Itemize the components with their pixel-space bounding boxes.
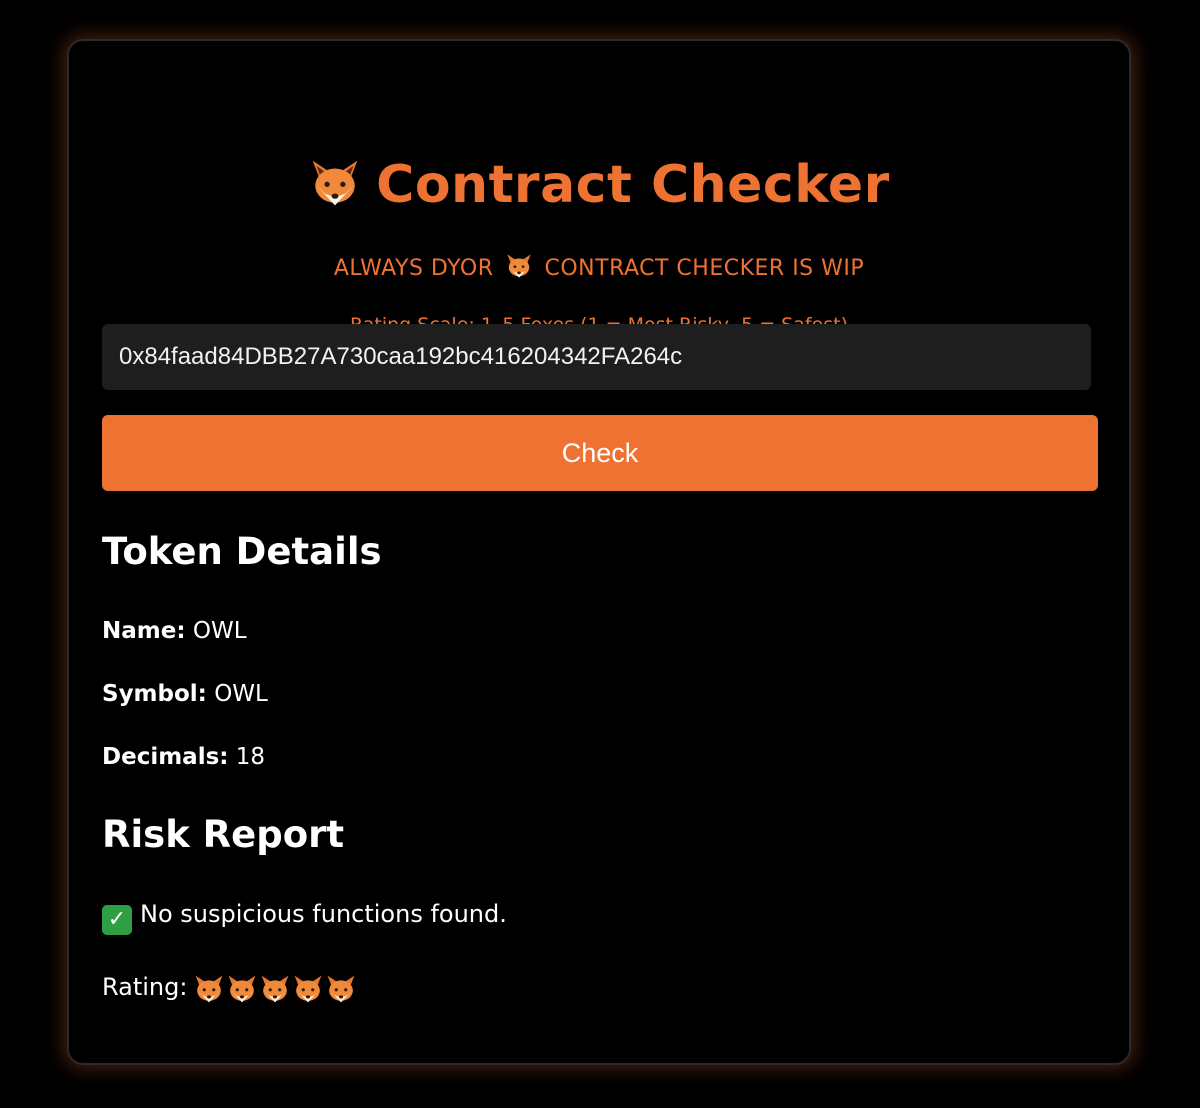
rating-foxes bbox=[193, 971, 358, 1005]
token-decimals-row: Decimals: 18 bbox=[102, 741, 265, 773]
token-symbol-value: OWL bbox=[214, 681, 268, 707]
rating-row: Rating: bbox=[102, 970, 358, 1005]
rating-fox-icon bbox=[292, 974, 324, 1004]
risk-status-text: No suspicious functions found. bbox=[140, 900, 507, 928]
rating-fox-icon bbox=[325, 974, 357, 1004]
token-name-label: Name: bbox=[102, 618, 186, 644]
warning-right-text: CONTRACT CHECKER IS WIP bbox=[544, 256, 865, 281]
rating-fox-icon bbox=[259, 974, 291, 1004]
token-name-value: OWL bbox=[192, 618, 247, 644]
token-decimals-label: Decimals: bbox=[102, 744, 229, 770]
rating-fox-icon bbox=[226, 974, 258, 1004]
fox-icon bbox=[505, 253, 533, 279]
rating-label: Rating: bbox=[102, 973, 188, 1001]
token-details-heading: Token Details bbox=[102, 530, 382, 573]
risk-report-heading: Risk Report bbox=[102, 813, 345, 856]
token-symbol-row: Symbol: OWL bbox=[102, 678, 268, 710]
fox-icon bbox=[308, 158, 362, 208]
page-title: Contract Checker bbox=[69, 153, 1129, 217]
check-mark-icon: ✓ bbox=[102, 905, 132, 935]
title-text: Contract Checker bbox=[376, 155, 890, 215]
rating-fox-icon bbox=[193, 974, 225, 1004]
risk-status-row: ✓ No suspicious functions found. bbox=[102, 897, 507, 935]
token-name-row: Name: OWL bbox=[102, 615, 247, 647]
token-decimals-value: 18 bbox=[235, 744, 266, 770]
contract-address-input[interactable] bbox=[102, 324, 1091, 390]
wip-warning: ALWAYS DYOR CONTRACT CHECKER IS WIP bbox=[69, 253, 1129, 284]
warning-left-text: ALWAYS DYOR bbox=[333, 256, 494, 281]
token-symbol-label: Symbol: bbox=[102, 681, 207, 707]
check-button[interactable]: Check bbox=[102, 415, 1098, 491]
